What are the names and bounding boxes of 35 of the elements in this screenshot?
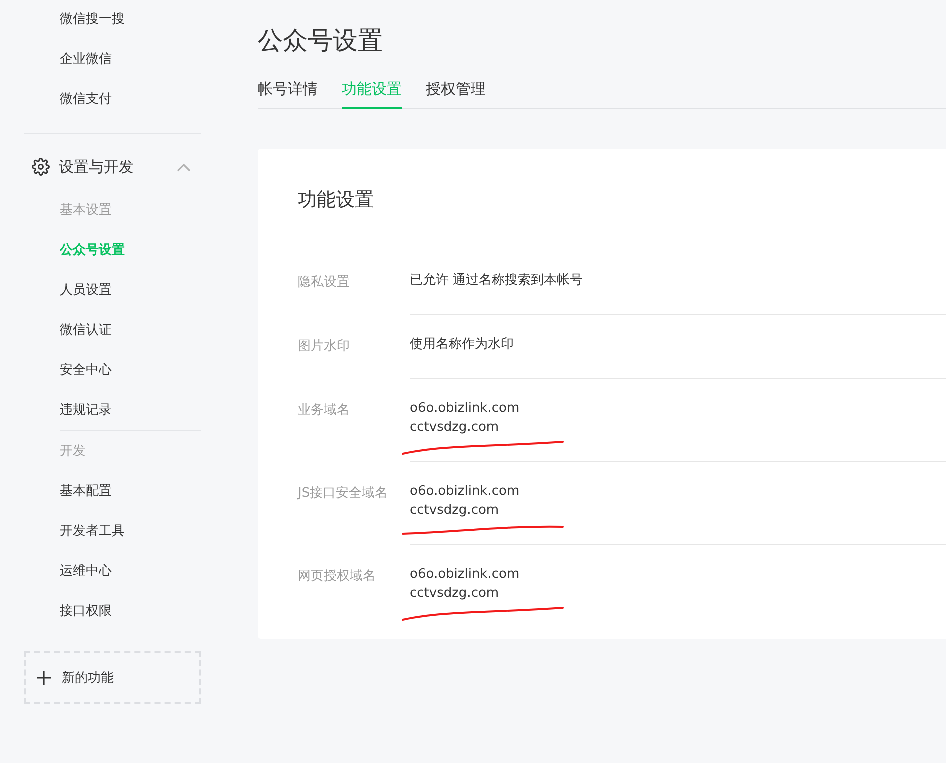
- sidebar-item[interactable]: 微信支付: [24, 79, 201, 119]
- field-label: 业务域名: [298, 402, 351, 420]
- sidebar-item[interactable]: 微信认证: [24, 310, 201, 350]
- section-title[interactable]: 设置与开发: [59, 158, 168, 176]
- plus-icon: [36, 670, 52, 686]
- field-value: o6o.obizlink.com: [410, 401, 520, 416]
- field-value: cctvsdzg.com: [410, 503, 500, 518]
- card-title: 功能设置: [298, 188, 375, 213]
- tab[interactable]: 帐号详情: [258, 76, 318, 109]
- field-value: 已允许 通过名称搜索到本帐号: [410, 273, 584, 288]
- settings-icon: [32, 158, 50, 176]
- field-label: 图片水印: [298, 338, 351, 356]
- chevron-up-icon[interactable]: [177, 162, 191, 172]
- field-label: 隐私设置: [298, 274, 351, 292]
- field-value: cctvsdzg.com: [410, 420, 500, 435]
- sidebar-item[interactable]: 企业微信: [24, 39, 201, 79]
- field-value: o6o.obizlink.com: [410, 567, 520, 582]
- page-title: 公众号设置: [258, 25, 384, 57]
- sidebar-item[interactable]: 开发者工具: [24, 511, 201, 551]
- sidebar-item[interactable]: 安全中心: [24, 350, 201, 390]
- tab[interactable]: 授权管理: [426, 76, 486, 109]
- sidebar-item[interactable]: 接口权限: [24, 591, 201, 631]
- sidebar-item[interactable]: 运维中心: [24, 551, 201, 591]
- field-label: 网页授权域名: [298, 568, 377, 586]
- new-feature-button[interactable]: 新的功能: [24, 651, 201, 704]
- field-value: 使用名称作为水印: [410, 337, 514, 352]
- sidebar-item[interactable]: 微信搜一搜: [24, 0, 201, 39]
- field-value: cctvsdzg.com: [410, 586, 500, 601]
- group-heading: 基本设置: [59, 202, 113, 220]
- sidebar-item[interactable]: 人员设置: [24, 270, 201, 310]
- field-value: o6o.obizlink.com: [410, 484, 520, 499]
- sidebar-item[interactable]: 基本配置: [24, 471, 201, 511]
- sidebar-item[interactable]: 违规记录: [24, 390, 201, 430]
- group-heading: 开发: [59, 443, 87, 461]
- field-label: JS接口安全域名: [298, 485, 390, 503]
